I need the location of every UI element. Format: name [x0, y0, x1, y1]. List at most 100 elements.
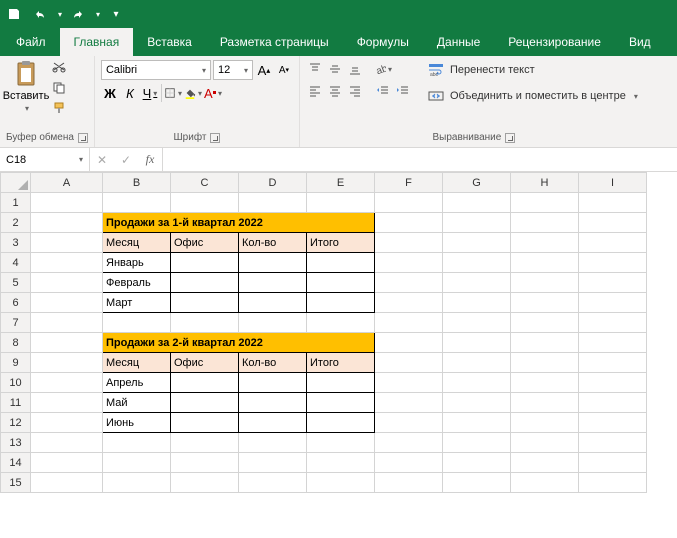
- cut-button[interactable]: [50, 60, 68, 76]
- row-header[interactable]: 1: [1, 193, 31, 213]
- cell[interactable]: [375, 213, 443, 233]
- cell[interactable]: [579, 213, 647, 233]
- table-cell[interactable]: Май: [103, 393, 171, 413]
- cell[interactable]: [511, 333, 579, 353]
- cell[interactable]: [239, 433, 307, 453]
- redo-dropdown-icon[interactable]: ▾: [96, 10, 100, 19]
- cell[interactable]: [239, 193, 307, 213]
- cell[interactable]: [31, 273, 103, 293]
- increase-indent-button[interactable]: [394, 82, 412, 100]
- tab-layout[interactable]: Разметка страницы: [206, 28, 343, 56]
- col-header[interactable]: B: [103, 173, 171, 193]
- cell[interactable]: [31, 413, 103, 433]
- cell[interactable]: [171, 433, 239, 453]
- cell[interactable]: [31, 253, 103, 273]
- cell[interactable]: [307, 433, 375, 453]
- cell[interactable]: [31, 193, 103, 213]
- format-painter-button[interactable]: [50, 100, 68, 116]
- tab-formulas[interactable]: Формулы: [343, 28, 423, 56]
- table-cell[interactable]: [171, 293, 239, 313]
- cell[interactable]: [375, 253, 443, 273]
- row-header[interactable]: 14: [1, 453, 31, 473]
- tab-review[interactable]: Рецензирование: [494, 28, 615, 56]
- cell[interactable]: [511, 413, 579, 433]
- col-header[interactable]: D: [239, 173, 307, 193]
- cell[interactable]: [239, 313, 307, 333]
- cell[interactable]: [579, 193, 647, 213]
- cell[interactable]: [579, 393, 647, 413]
- cell[interactable]: [103, 313, 171, 333]
- cell[interactable]: [579, 433, 647, 453]
- cell[interactable]: [171, 473, 239, 493]
- cell[interactable]: [375, 373, 443, 393]
- row-header[interactable]: 6: [1, 293, 31, 313]
- cell[interactable]: [31, 393, 103, 413]
- cell[interactable]: [171, 313, 239, 333]
- table-cell[interactable]: [307, 293, 375, 313]
- font-name-select[interactable]: Calibri ▾: [101, 60, 211, 80]
- table-cell[interactable]: Февраль: [103, 273, 171, 293]
- name-box[interactable]: C18 ▾: [0, 148, 90, 171]
- table-header-cell[interactable]: Месяц: [103, 353, 171, 373]
- cell[interactable]: [443, 413, 511, 433]
- cell[interactable]: [31, 333, 103, 353]
- cell[interactable]: [511, 453, 579, 473]
- table-header-cell[interactable]: Итого: [307, 353, 375, 373]
- row-header[interactable]: 3: [1, 233, 31, 253]
- wrap-text-button[interactable]: abc Перенести текст: [424, 60, 642, 80]
- table-cell[interactable]: [171, 413, 239, 433]
- paste-dropdown-icon[interactable]: ▾: [25, 104, 29, 113]
- cell[interactable]: [443, 353, 511, 373]
- table-title-cell[interactable]: Продажи за 2-й квартал 2022: [103, 333, 375, 353]
- row-header[interactable]: 10: [1, 373, 31, 393]
- cell[interactable]: [443, 333, 511, 353]
- undo-dropdown-icon[interactable]: ▾: [58, 10, 62, 19]
- table-cell[interactable]: [171, 393, 239, 413]
- alignment-expand-icon[interactable]: [505, 133, 515, 143]
- col-header[interactable]: I: [579, 173, 647, 193]
- align-bottom-button[interactable]: [346, 60, 364, 78]
- tab-insert[interactable]: Вставка: [133, 28, 206, 56]
- cell[interactable]: [579, 453, 647, 473]
- align-center-button[interactable]: [326, 82, 344, 100]
- cell[interactable]: [31, 453, 103, 473]
- col-header[interactable]: A: [31, 173, 103, 193]
- cell[interactable]: [579, 273, 647, 293]
- row-header[interactable]: 9: [1, 353, 31, 373]
- cell[interactable]: [579, 353, 647, 373]
- row-header[interactable]: 12: [1, 413, 31, 433]
- cell[interactable]: [579, 413, 647, 433]
- cell[interactable]: [511, 393, 579, 413]
- font-size-select[interactable]: 12 ▾: [213, 60, 253, 80]
- tab-view[interactable]: Вид: [615, 28, 665, 56]
- cell[interactable]: [171, 453, 239, 473]
- col-header[interactable]: F: [375, 173, 443, 193]
- cell[interactable]: [31, 353, 103, 373]
- table-title-cell[interactable]: Продажи за 1-й квартал 2022: [103, 213, 375, 233]
- align-right-button[interactable]: [346, 82, 364, 100]
- cell[interactable]: [375, 333, 443, 353]
- cell[interactable]: [31, 233, 103, 253]
- cell[interactable]: [375, 193, 443, 213]
- cell[interactable]: [375, 433, 443, 453]
- table-cell[interactable]: [171, 273, 239, 293]
- cell[interactable]: [443, 473, 511, 493]
- table-cell[interactable]: [239, 393, 307, 413]
- cell[interactable]: [103, 433, 171, 453]
- fx-button[interactable]: fx: [138, 152, 162, 167]
- align-top-button[interactable]: [306, 60, 324, 78]
- decrease-indent-button[interactable]: [374, 82, 392, 100]
- cell[interactable]: [375, 353, 443, 373]
- table-cell[interactable]: [307, 253, 375, 273]
- paste-button[interactable]: Вставить ▾: [6, 60, 46, 116]
- cell[interactable]: [375, 453, 443, 473]
- clipboard-expand-icon[interactable]: [78, 133, 88, 143]
- cell[interactable]: [443, 273, 511, 293]
- cell[interactable]: [375, 313, 443, 333]
- merge-center-button[interactable]: Объединить и поместить в центре ▾: [424, 86, 642, 106]
- formula-input[interactable]: [163, 148, 677, 171]
- cell[interactable]: [443, 313, 511, 333]
- cell[interactable]: [307, 193, 375, 213]
- align-left-button[interactable]: [306, 82, 324, 100]
- cell[interactable]: [307, 453, 375, 473]
